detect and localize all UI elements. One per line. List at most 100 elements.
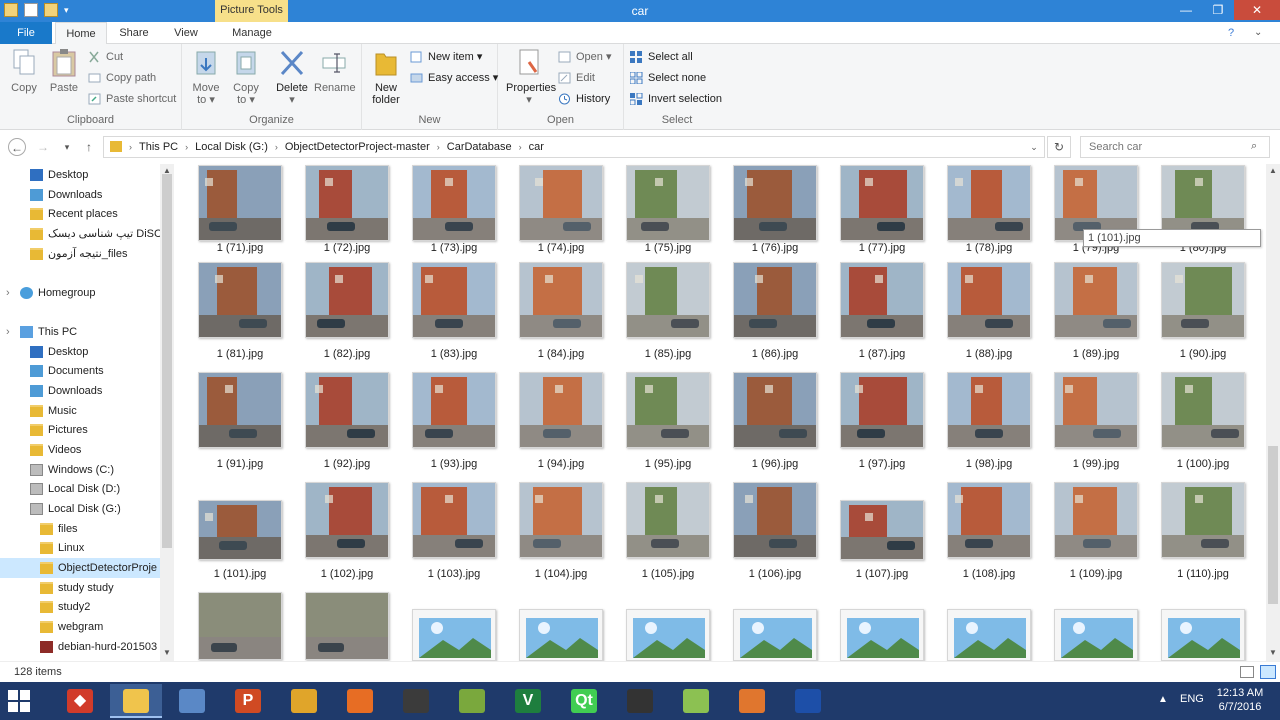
properties-button[interactable]: Properties ▾ [506, 48, 556, 106]
nav-item-objectdetectorproje[interactable]: ObjectDetectorProje [0, 558, 160, 578]
new-folder-button[interactable]: New folder [366, 48, 406, 106]
input-language[interactable]: ENG [1180, 693, 1204, 705]
nav-item-downloads[interactable]: Downloads [0, 185, 160, 205]
nav-item-windows-c[interactable]: Windows (C:) [0, 460, 160, 480]
scroll-up-arrow-icon[interactable]: ▲ [1266, 165, 1280, 177]
address-bar[interactable]: › This PC › Local Disk (G:) › ObjectDete… [103, 136, 1045, 158]
new-item-button[interactable]: New item ▾ [410, 48, 482, 66]
copy-button[interactable]: Copy [4, 48, 44, 94]
scroll-down-arrow-icon[interactable]: ▼ [160, 647, 174, 659]
nav-item-downloads[interactable]: Downloads [0, 381, 160, 401]
breadcrumb-this-pc[interactable]: This PC [135, 137, 182, 157]
generic-image-thumbnail[interactable] [733, 609, 817, 661]
recent-locations-button[interactable]: ▾ [58, 138, 76, 156]
copy-to-button[interactable]: Copy to ▾ [226, 48, 266, 106]
taskbar-matlab-button[interactable] [726, 684, 778, 718]
taskbar-git-button[interactable]: ◆ [54, 684, 106, 718]
nav-item-music[interactable]: Music [0, 401, 160, 421]
expand-arrow-icon[interactable]: › [6, 283, 10, 303]
nav-item-videos[interactable]: Videos [0, 440, 160, 460]
rename-button[interactable]: Rename [314, 48, 356, 94]
taskbar-remote-desktop-button[interactable] [782, 684, 834, 718]
nav-item-pictures[interactable]: Pictures [0, 420, 160, 440]
copy-path-button[interactable]: Copy path [88, 69, 156, 87]
generic-image-thumbnail[interactable] [1054, 609, 1138, 661]
refresh-button[interactable]: ↻ [1047, 136, 1071, 158]
back-button[interactable]: ← [8, 138, 26, 156]
tab-view[interactable]: View [164, 22, 208, 44]
generic-image-thumbnail[interactable] [947, 609, 1031, 661]
maximize-button[interactable]: ❐ [1202, 0, 1234, 20]
generic-image-thumbnail[interactable] [519, 609, 603, 661]
invert-selection-button[interactable]: Invert selection [629, 90, 722, 108]
move-to-button[interactable]: Move to ▾ [186, 48, 226, 106]
navigation-pane-scroll-thumb[interactable] [162, 174, 172, 548]
tab-file[interactable]: File [0, 22, 52, 44]
expand-arrow-icon[interactable]: › [6, 322, 10, 342]
tab-home[interactable]: Home [55, 22, 107, 45]
tab-manage[interactable]: Manage [218, 22, 286, 44]
nav-item-local-disk-g[interactable]: Local Disk (G:) [0, 499, 160, 519]
select-all-button[interactable]: Select all [630, 48, 693, 66]
paste-button[interactable]: Paste [44, 48, 84, 94]
select-none-button[interactable]: Select none [629, 69, 706, 87]
nav-item-files[interactable]: نتیجه آزمون_files [0, 244, 160, 264]
generic-image-thumbnail[interactable] [412, 609, 496, 661]
nav-item-disc[interactable]: تیپ شناسی دیسک DiSC [0, 224, 160, 244]
taskbar-virtualbox-button[interactable] [166, 684, 218, 718]
cut-button[interactable]: Cut [88, 48, 123, 66]
taskbar-android-studio-button[interactable] [670, 684, 722, 718]
paste-shortcut-button[interactable]: Paste shortcut [88, 90, 176, 108]
nav-item-study2[interactable]: study2 [0, 597, 160, 617]
taskbar-powerpoint-button[interactable]: P [222, 684, 274, 718]
forward-button[interactable]: → [34, 138, 52, 156]
taskbar-qt-button[interactable]: Qt [558, 684, 610, 718]
up-button[interactable]: ↑ [80, 138, 98, 156]
file-list-scroll-thumb[interactable] [1268, 446, 1278, 604]
scroll-up-arrow-icon[interactable]: ▲ [160, 165, 174, 177]
open-button[interactable]: Open ▾ [558, 48, 612, 66]
nav-item-files[interactable]: files [0, 519, 160, 539]
nav-item-homegroup[interactable]: › Homegroup [0, 283, 160, 303]
nav-item-documents[interactable]: Documents [0, 361, 160, 381]
easy-access-button[interactable]: Easy access ▾ [410, 69, 498, 87]
taskbar-sublime-button[interactable] [390, 684, 442, 718]
nav-item-recent-places[interactable]: Recent places [0, 204, 160, 224]
taskbar-visual-studio-button[interactable]: V [502, 684, 554, 718]
chevron-down-icon[interactable]: ⌄ [1028, 140, 1040, 154]
search-box[interactable]: ⌕ [1080, 136, 1270, 158]
nav-item-debian-hurd-201503[interactable]: debian-hurd-201503 [0, 637, 160, 657]
nav-item-this-pc[interactable]: › This PC [0, 322, 160, 342]
nav-item-local-disk-d[interactable]: Local Disk (D:) [0, 479, 160, 499]
taskbar-cmder-button[interactable] [278, 684, 330, 718]
show-hidden-icons-icon[interactable]: ▲ [1158, 694, 1170, 706]
large-icons-view-icon[interactable] [1260, 665, 1276, 679]
photo-thumbnail[interactable] [198, 592, 282, 660]
breadcrumb-local-disk-g[interactable]: Local Disk (G:) [191, 137, 272, 157]
chevron-down-icon[interactable]: ⌄ [1254, 27, 1266, 39]
generic-image-thumbnail[interactable] [626, 609, 710, 661]
nav-item-study-study[interactable]: study study [0, 578, 160, 598]
clock[interactable]: 12:13 AM 6/7/2016 [1212, 686, 1268, 714]
breadcrumb-car[interactable]: car [525, 137, 548, 157]
history-button[interactable]: History [558, 90, 610, 108]
minimize-button[interactable]: — [1170, 0, 1202, 20]
taskbar-firefox-button[interactable] [334, 684, 386, 718]
close-button[interactable]: ✕ [1234, 0, 1280, 20]
nav-item-webgram[interactable]: webgram [0, 617, 160, 637]
taskbar-file-explorer-button[interactable] [110, 684, 162, 718]
details-view-icon[interactable] [1240, 666, 1254, 678]
photo-thumbnail[interactable] [305, 592, 389, 660]
taskbar-photo-editor-button[interactable] [446, 684, 498, 718]
breadcrumb-cardatabase[interactable]: CarDatabase [443, 137, 516, 157]
help-icon[interactable]: ? [1228, 27, 1240, 39]
edit-button[interactable]: Edit [558, 69, 595, 87]
taskbar-python-button[interactable] [614, 684, 666, 718]
search-icon[interactable]: ⌕ [1251, 140, 1263, 152]
scroll-down-arrow-icon[interactable]: ▼ [1266, 647, 1280, 659]
generic-image-thumbnail[interactable] [840, 609, 924, 661]
nav-item-linux[interactable]: Linux [0, 538, 160, 558]
tab-share[interactable]: Share [112, 22, 156, 44]
delete-button[interactable]: Delete ▾ [272, 48, 312, 106]
generic-image-thumbnail[interactable] [1161, 609, 1245, 661]
